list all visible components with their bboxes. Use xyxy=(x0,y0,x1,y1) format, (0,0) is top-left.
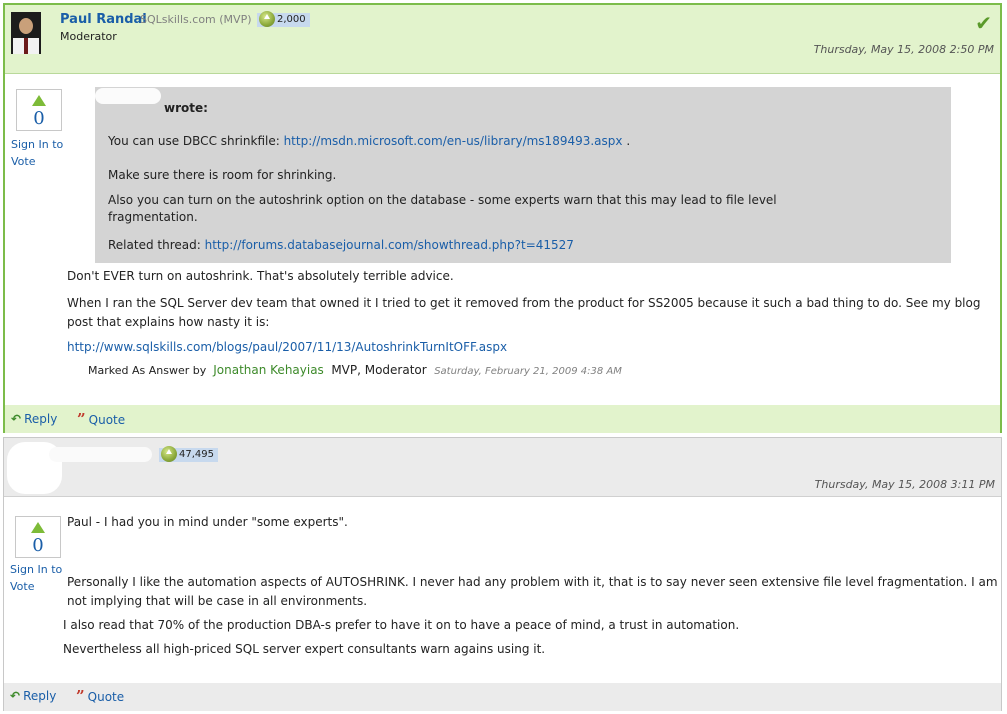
body-paragraph-3: I also read that 70% of the production D… xyxy=(63,618,740,632)
body-paragraph-2b: not implying that will be case in all en… xyxy=(67,594,368,608)
post-date: Thursday, May 15, 2008 2:50 PM xyxy=(813,43,994,56)
sign-in-to-vote-link[interactable]: Sign In to Vote xyxy=(10,561,62,595)
redacted-username xyxy=(95,88,161,104)
quote-marks-icon: ” xyxy=(77,410,86,428)
points-up-icon xyxy=(259,11,275,27)
vote-widget[interactable]: 0 xyxy=(16,89,62,131)
body-paragraph-4: Nevertheless all high-priced SQL server … xyxy=(63,642,546,656)
blog-link[interactable]: http://www.sqlskills.com/blogs/paul/2007… xyxy=(67,340,507,354)
vote-count: 0 xyxy=(32,535,44,556)
body-paragraph-1: Don't EVER turn on autoshrink. That's ab… xyxy=(67,269,454,283)
quote-marks-icon: ” xyxy=(76,687,85,705)
marked-as-answer: Marked As Answer by Jonathan Kehayias MV… xyxy=(88,363,622,377)
reply-button[interactable]: ↶ Reply xyxy=(11,412,57,426)
msdn-link[interactable]: http://msdn.microsoft.com/en-us/library/… xyxy=(284,134,623,148)
post-header: 47,495 Thursday, May 15, 2008 3:11 PM xyxy=(4,438,1001,497)
points-up-icon xyxy=(161,446,177,462)
points-badge: 47,495 xyxy=(159,446,218,462)
post-header: Paul Randal SQLskills.com (MVP) 2,000 Mo… xyxy=(5,5,1000,74)
quote-line-3a: Also you can turn on the autoshrink opti… xyxy=(108,193,777,207)
reply-post: 47,495 Thursday, May 15, 2008 3:11 PM 0 … xyxy=(3,437,1002,711)
body-paragraph-2a: Personally I like the automation aspects… xyxy=(67,575,998,589)
quote-line-4: Related thread: http://forums.databasejo… xyxy=(108,238,574,252)
author-affiliation: SQLskills.com (MVP) xyxy=(140,13,252,26)
quote-line-1: You can use DBCC shrinkfile: http://msdn… xyxy=(108,134,631,148)
quote-button[interactable]: ” Quote xyxy=(77,410,125,428)
quote-wrote-label: wrote: xyxy=(164,101,208,115)
vote-up-arrow-icon[interactable] xyxy=(32,95,46,106)
reply-arrow-icon: ↶ xyxy=(11,412,22,426)
author-role: Moderator xyxy=(60,30,117,43)
answer-post: Paul Randal SQLskills.com (MVP) 2,000 Mo… xyxy=(3,3,1002,433)
redacted-author-name xyxy=(49,447,152,462)
vote-count: 0 xyxy=(33,108,45,129)
body-paragraph-2b: post that explains how nasty it is: xyxy=(67,315,270,329)
marked-by-link[interactable]: Jonathan Kehayias xyxy=(213,363,324,377)
post-footer: ↶ Reply ” Quote xyxy=(5,405,1000,433)
vote-widget[interactable]: 0 xyxy=(15,516,61,558)
checkmark-icon: ✔ xyxy=(975,11,992,35)
reply-button[interactable]: ↶ Reply xyxy=(10,689,56,703)
post-footer: ↶ Reply ” Quote xyxy=(4,683,1001,711)
body-paragraph-2a: When I ran the SQL Server dev team that … xyxy=(67,296,981,310)
body-paragraph-1: Paul - I had you in mind under "some exp… xyxy=(67,515,348,529)
vote-up-arrow-icon[interactable] xyxy=(31,522,45,533)
quote-line-3b: fragmentation. xyxy=(108,210,198,224)
sign-in-to-vote-link[interactable]: Sign In to Vote xyxy=(11,136,63,170)
points-badge: 2,000 xyxy=(257,11,310,27)
avatar[interactable] xyxy=(11,12,41,54)
reply-arrow-icon: ↶ xyxy=(10,689,21,703)
quote-line-2: Make sure there is room for shrinking. xyxy=(108,168,337,182)
post-date: Thursday, May 15, 2008 3:11 PM xyxy=(814,478,995,491)
related-thread-link[interactable]: http://forums.databasejournal.com/showth… xyxy=(205,238,574,252)
quote-button[interactable]: ” Quote xyxy=(76,687,124,705)
quoted-message: wrote: You can use DBCC shrinkfile: http… xyxy=(95,87,951,263)
author-name-link[interactable]: Paul Randal xyxy=(60,12,147,27)
